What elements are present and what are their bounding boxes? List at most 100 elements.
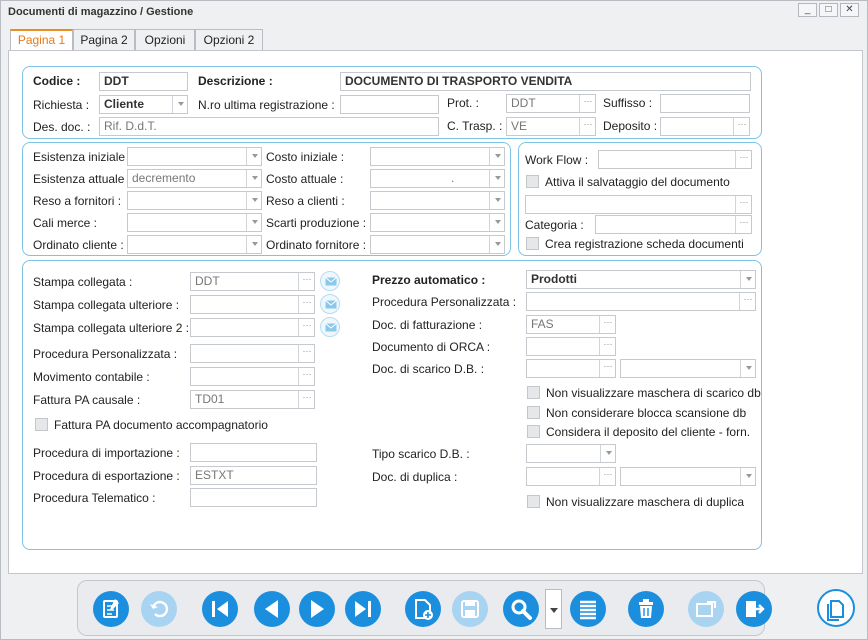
ellipsis-icon[interactable]: ··· [298,391,314,408]
next-record-button[interactable] [299,591,335,627]
attiva-path-field[interactable]: ··· [525,195,752,214]
ellipsis-icon[interactable]: ··· [733,118,749,135]
doc-scarico-db-field[interactable]: ··· [526,359,616,378]
ellipsis-icon[interactable]: ··· [735,151,751,168]
ctrasp-field[interactable]: VE ··· [506,117,596,136]
reso-clienti-select[interactable] [370,191,505,210]
ellipsis-icon[interactable]: ··· [599,360,615,377]
undo-button[interactable] [141,591,177,627]
ellipsis-icon[interactable]: ··· [599,338,615,355]
doc-fatt-field[interactable]: FAS ··· [526,315,616,334]
new-file-button[interactable] [405,591,441,627]
doc-scarico-db-select[interactable] [620,359,756,378]
chevron-down-icon[interactable] [246,170,261,187]
prezzo-auto-select[interactable]: Prodotti [526,270,756,289]
stampa-ulteriore2-field[interactable]: ··· [190,318,315,337]
exit-button[interactable] [736,591,772,627]
stampa-collegata-field[interactable]: DDT ··· [190,272,315,291]
stampa-ulteriore-field[interactable]: ··· [190,295,315,314]
doc-duplica-select[interactable] [620,467,756,486]
first-record-button[interactable] [202,591,238,627]
chevron-down-icon[interactable] [489,214,504,231]
fattura-pa-causale-field[interactable]: TD01 ··· [190,390,315,409]
esistenza-iniziale-select[interactable] [127,147,262,166]
categoria-field[interactable]: ··· [595,215,752,234]
mov-contabile-field[interactable]: ··· [190,367,315,386]
save-button[interactable] [452,591,488,627]
search-button[interactable] [503,591,539,627]
chevron-down-icon[interactable] [172,96,187,113]
ellipsis-icon[interactable]: ··· [298,345,314,362]
tab-opzioni-2[interactable]: Opzioni 2 [195,29,263,51]
cali-merce-select[interactable] [127,213,262,232]
mail-icon[interactable] [320,294,340,314]
fattura-pa-doc-checkbox[interactable] [35,418,48,431]
codice-field[interactable]: DDT [99,72,188,91]
non-vis-scarico-checkbox[interactable] [527,386,540,399]
ellipsis-icon[interactable]: ··· [298,273,314,290]
chevron-down-icon[interactable] [740,468,755,485]
deposito-field[interactable]: ··· [660,117,750,136]
ellipsis-icon[interactable]: ··· [599,316,615,333]
ellipsis-icon[interactable]: ··· [735,196,751,213]
nro-field[interactable] [340,95,439,114]
non-vis-duplica-checkbox[interactable] [527,495,540,508]
chevron-down-icon[interactable] [489,170,504,187]
chevron-down-icon[interactable] [489,236,504,253]
doc-duplica-field[interactable]: ··· [526,467,616,486]
tab-pagina-1[interactable]: Pagina 1 [10,29,73,52]
ellipsis-icon[interactable]: ··· [599,468,615,485]
chevron-down-icon[interactable] [489,192,504,209]
cons-deposito-checkbox[interactable] [527,425,540,438]
export-button[interactable] [688,591,724,627]
descrizione-field[interactable]: DOCUMENTO DI TRASPORTO VENDITA [340,72,751,91]
prot-field[interactable]: DDT ··· [506,94,596,113]
costo-attuale-select[interactable]: . [370,169,505,188]
chevron-down-icon[interactable] [740,271,755,288]
mail-icon[interactable] [320,271,340,291]
list-button[interactable] [570,591,606,627]
crea-checkbox[interactable] [526,237,539,250]
tab-pagina-2[interactable]: Pagina 2 [73,29,135,51]
chevron-down-icon[interactable] [246,236,261,253]
copy-document-button[interactable] [817,589,855,627]
ordinato-cliente-select[interactable] [127,235,262,254]
close-button[interactable]: ✕ [840,3,859,17]
chevron-down-icon[interactable] [246,214,261,231]
chevron-down-icon[interactable] [246,148,261,165]
costo-iniziale-select[interactable] [370,147,505,166]
suffisso-field[interactable] [660,94,750,113]
richiesta-select[interactable]: Cliente [99,95,188,114]
ellipsis-icon[interactable]: ··· [735,216,751,233]
mail-icon[interactable] [320,317,340,337]
ellipsis-icon[interactable]: ··· [739,293,755,310]
workflow-field[interactable]: ··· [598,150,752,169]
desdoc-field[interactable]: Rif. D.d.T. [99,117,439,136]
maximize-button[interactable]: □ [819,3,838,17]
chevron-down-icon[interactable] [246,192,261,209]
chevron-down-icon[interactable] [600,445,615,462]
delete-button[interactable] [628,591,664,627]
minimize-button[interactable]: _ [798,3,817,17]
last-record-button[interactable] [345,591,381,627]
ellipsis-icon[interactable]: ··· [298,296,314,313]
search-dropdown-button[interactable] [545,589,562,629]
proc-telematico-field[interactable] [190,488,317,507]
chevron-down-icon[interactable] [489,148,504,165]
non-cons-blocca-checkbox[interactable] [527,406,540,419]
scarti-produzione-select[interactable] [370,213,505,232]
proc-importazione-field[interactable] [190,443,317,462]
proc-pers-r-field[interactable]: ··· [526,292,756,311]
ellipsis-icon[interactable]: ··· [579,118,595,135]
tab-opzioni[interactable]: Opzioni [135,29,195,51]
proc-esportazione-field[interactable]: ESTXT [190,466,317,485]
ellipsis-icon[interactable]: ··· [298,368,314,385]
doc-orca-field[interactable]: ··· [526,337,616,356]
esistenza-attuale-select[interactable]: decremento [127,169,262,188]
tipo-scarico-select[interactable] [526,444,616,463]
attiva-checkbox[interactable] [526,175,539,188]
new-document-button[interactable] [93,591,129,627]
reso-fornitori-select[interactable] [127,191,262,210]
ellipsis-icon[interactable]: ··· [298,319,314,336]
previous-record-button[interactable] [254,591,290,627]
